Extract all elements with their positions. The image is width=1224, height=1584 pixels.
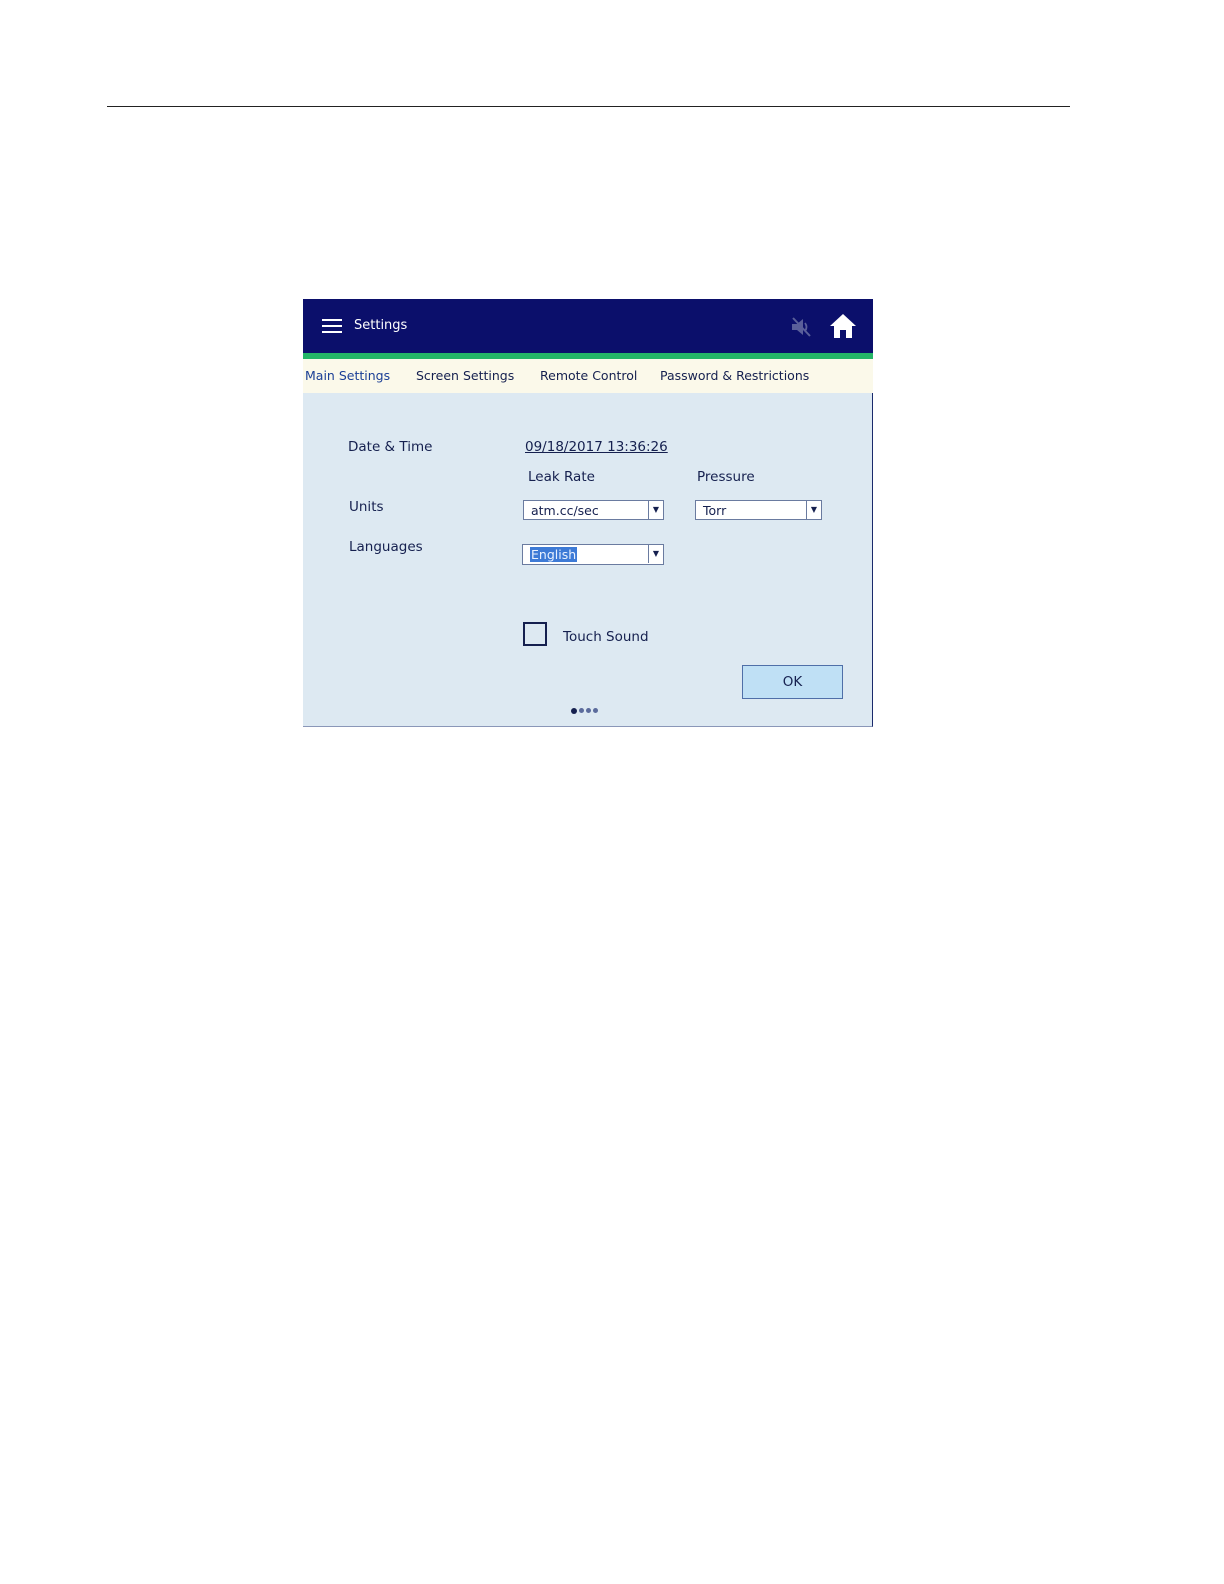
- touch-sound-label: Touch Sound: [563, 629, 649, 645]
- dropdown-arrow-icon[interactable]: ▼: [648, 545, 663, 563]
- leak-rate-select[interactable]: atm.cc/sec ▼: [523, 500, 664, 520]
- window-title: Settings: [354, 318, 408, 333]
- dropdown-arrow-icon[interactable]: ▼: [648, 501, 663, 519]
- touch-sound-checkbox[interactable]: [523, 622, 547, 646]
- page-dot-4: [593, 708, 598, 713]
- page-dot-2: [579, 708, 584, 713]
- language-select[interactable]: English ▼: [522, 544, 664, 565]
- language-selected-value: English: [530, 547, 578, 562]
- dropdown-arrow-icon[interactable]: ▼: [806, 501, 821, 519]
- hamburger-menu-icon[interactable]: [322, 319, 342, 333]
- pressure-select[interactable]: Torr ▼: [695, 500, 822, 520]
- date-time-value[interactable]: 09/18/2017 13:36:26: [525, 439, 668, 455]
- speaker-muted-icon[interactable]: [789, 315, 813, 339]
- leak-rate-header: Leak Rate: [528, 469, 595, 485]
- date-time-label: Date & Time: [348, 439, 433, 455]
- tab-strip: Main Settings Screen Settings Remote Con…: [303, 359, 873, 393]
- units-label: Units: [349, 499, 384, 515]
- leak-rate-selected-value: atm.cc/sec: [531, 503, 599, 518]
- languages-label: Languages: [349, 539, 423, 555]
- page-dot-3: [586, 708, 591, 713]
- pressure-header: Pressure: [697, 469, 755, 485]
- page-indicator: [571, 700, 600, 714]
- tab-remote-control[interactable]: Remote Control: [540, 368, 637, 383]
- page-dot-1: [571, 707, 577, 714]
- pressure-selected-value: Torr: [703, 503, 727, 518]
- page-header-rule: [107, 106, 1070, 107]
- home-icon[interactable]: [829, 313, 857, 339]
- tab-screen-settings[interactable]: Screen Settings: [416, 368, 514, 383]
- title-bar: Settings: [303, 299, 873, 353]
- ok-button[interactable]: OK: [742, 665, 843, 699]
- settings-window: Settings Main Settings Screen Settings R…: [303, 299, 873, 727]
- tab-main-settings[interactable]: Main Settings: [305, 368, 390, 383]
- tab-password-restrictions[interactable]: Password & Restrictions: [660, 368, 809, 383]
